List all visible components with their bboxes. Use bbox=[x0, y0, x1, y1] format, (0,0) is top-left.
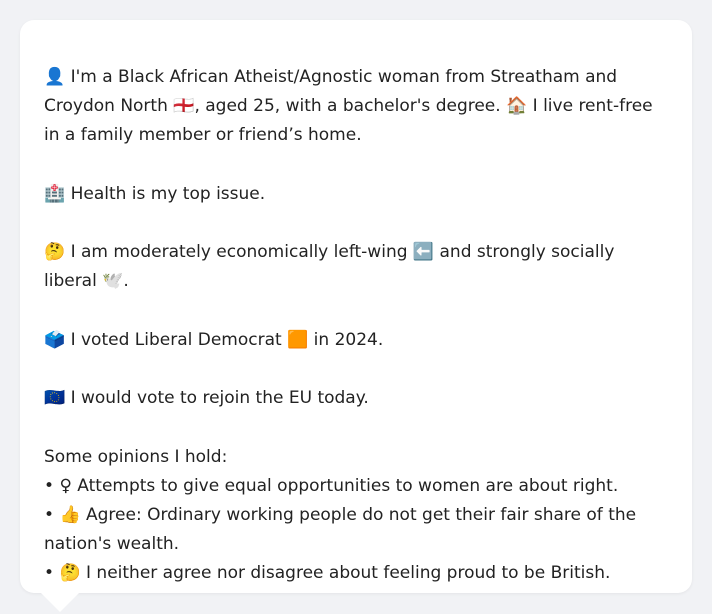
thinking-face-icon: 🤔 bbox=[59, 563, 81, 584]
opinion-item: • ♀ Attempts to give equal opportunities… bbox=[44, 472, 668, 501]
eu-flag-icon: 🇪🇺 bbox=[44, 388, 66, 409]
bullet: • bbox=[44, 504, 55, 525]
bullet: • bbox=[44, 475, 55, 496]
thinking-face-icon: 🤔 bbox=[44, 242, 66, 263]
persona-card: 👤 I'm a Black African Atheist/Agnostic w… bbox=[20, 20, 692, 593]
thumbs-up-icon: 👍 bbox=[59, 504, 81, 525]
england-flag-icon: 🏴󠁧󠁢󠁥󠁮󠁧󠁿 bbox=[173, 96, 195, 117]
opinion-item: • 🤔 I neither agree nor disagree about f… bbox=[44, 559, 668, 588]
economics-text-a: I am moderately economically left-wing bbox=[65, 242, 413, 263]
vote-text-b: in 2024. bbox=[308, 329, 384, 350]
female-sign-icon: ♀ bbox=[59, 475, 72, 496]
bullet: • bbox=[44, 563, 55, 584]
eu-paragraph: 🇪🇺 I would vote to rejoin the EU today. bbox=[44, 384, 668, 413]
intro-paragraph: 👤 I'm a Black African Atheist/Agnostic w… bbox=[44, 63, 668, 151]
left-arrow-icon: ⬅️ bbox=[412, 242, 435, 263]
opinion-item: • 👍 Agree: Ordinary working people do no… bbox=[44, 501, 668, 559]
vote-text-a: I voted Liberal Democrat bbox=[65, 329, 288, 350]
intro-text-b: , aged 25, with a bachelor's degree. bbox=[194, 96, 507, 117]
health-text: Health is my top issue. bbox=[65, 183, 266, 204]
opinions-heading: Some opinions I hold: bbox=[44, 446, 228, 467]
opinion-text: Agree: Ordinary working people do not ge… bbox=[44, 504, 637, 555]
hospital-icon: 🏥 bbox=[44, 183, 66, 204]
opinion-text: I neither agree nor disagree about feeli… bbox=[80, 563, 611, 584]
dove-icon: 🕊️ bbox=[102, 271, 124, 292]
speech-bubble-tail bbox=[40, 592, 80, 612]
vote-paragraph: 🗳️ I voted Liberal Democrat 🟧 in 2024. bbox=[44, 326, 668, 355]
economics-text-c: . bbox=[123, 271, 129, 292]
health-paragraph: 🏥 Health is my top issue. bbox=[44, 180, 668, 209]
house-icon: 🏠 bbox=[506, 96, 528, 117]
eu-text: I would vote to rejoin the EU today. bbox=[65, 388, 369, 409]
person-icon: 👤 bbox=[44, 67, 66, 87]
orange-square-icon: 🟧 bbox=[287, 329, 309, 350]
ballot-box-icon: 🗳️ bbox=[44, 329, 66, 350]
economics-paragraph: 🤔 I am moderately economically left-wing… bbox=[44, 238, 668, 296]
opinion-text: Attempts to give equal opportunities to … bbox=[71, 475, 619, 496]
